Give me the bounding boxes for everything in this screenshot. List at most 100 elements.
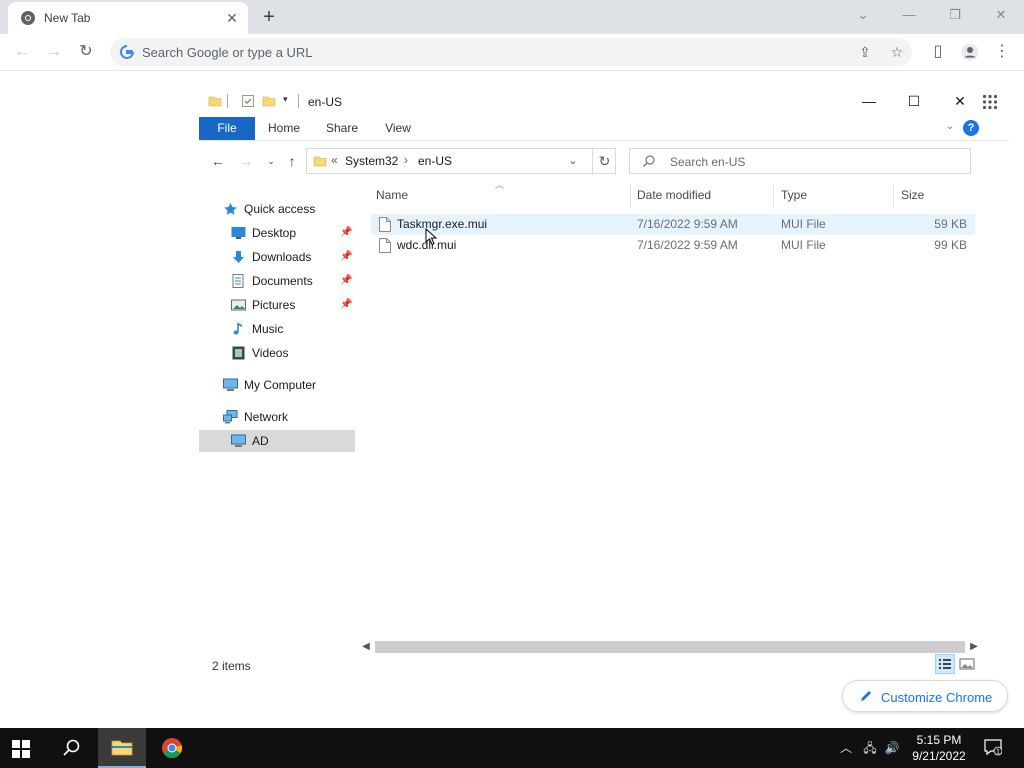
scroll-left-icon[interactable]: ◀: [359, 640, 373, 654]
chrome-favicon-icon: [21, 11, 35, 25]
column-divider[interactable]: [630, 184, 631, 208]
pencil-icon: [861, 691, 871, 701]
tab-view[interactable]: View: [375, 117, 421, 140]
taskbar-search-icon[interactable]: [62, 738, 82, 758]
column-header-type[interactable]: Type: [781, 188, 807, 206]
tab-new-tab[interactable]: New Tab ✕: [8, 2, 248, 34]
explorer-maximize-icon[interactable]: ☐: [901, 92, 927, 110]
folder-icon: [208, 96, 222, 107]
tab-search-icon[interactable]: ⌄: [850, 4, 876, 26]
properties-check-icon[interactable]: [241, 94, 255, 108]
details-view-icon[interactable]: [935, 654, 955, 674]
tab-share[interactable]: Share: [317, 117, 367, 140]
forward-icon[interactable]: →: [42, 40, 66, 64]
clock[interactable]: 5:15 PM 9/21/2022: [906, 732, 972, 764]
search-placeholder: Search en-US: [670, 155, 746, 169]
close-window-icon[interactable]: ✕: [988, 4, 1014, 26]
nav-documents[interactable]: Documents 📌: [231, 270, 355, 292]
sort-ascending-icon: ︿: [495, 180, 505, 190]
side-panel-icon[interactable]: ▯: [926, 40, 950, 64]
back-arrow-icon[interactable]: ←: [209, 152, 227, 170]
new-folder-icon[interactable]: [262, 94, 276, 108]
pin-icon[interactable]: 📌: [340, 222, 352, 244]
recent-locations-icon[interactable]: ⌄: [262, 152, 280, 170]
bookmark-star-icon[interactable]: ☆: [888, 43, 906, 61]
share-icon[interactable]: ⇪: [856, 43, 874, 61]
volume-icon[interactable]: 🔊: [884, 740, 900, 756]
horizontal-scrollbar[interactable]: ◀ ▶: [359, 638, 981, 655]
windows-start-icon[interactable]: [10, 738, 32, 760]
computer-icon: [231, 434, 246, 447]
nav-pictures[interactable]: Pictures 📌: [231, 294, 355, 316]
column-divider[interactable]: [773, 184, 774, 208]
large-icons-view-icon[interactable]: [957, 654, 977, 674]
nav-videos[interactable]: Videos: [231, 342, 355, 364]
refresh-icon[interactable]: ↻: [592, 149, 616, 173]
reload-icon[interactable]: ↻: [74, 40, 98, 64]
address-bar[interactable]: « System32 › en-US ⌄ ↻: [306, 148, 616, 174]
restore-icon[interactable]: ❐: [942, 4, 968, 26]
help-icon[interactable]: ?: [963, 120, 979, 136]
file-explorer-window: ▾ en-US — ☐ ✕ File Home Share View ⌄ ? ←…: [199, 86, 1009, 686]
omnibox[interactable]: Search Google or type a URL ⇪ ☆: [110, 38, 912, 66]
nav-downloads[interactable]: Downloads 📌: [231, 246, 355, 268]
breadcrumb-overflow[interactable]: «: [331, 153, 338, 167]
column-divider[interactable]: [893, 184, 894, 208]
ribbon: File Home Share View ⌄ ?: [199, 117, 1009, 141]
tab-home[interactable]: Home: [259, 117, 309, 140]
tab-title: New Tab: [44, 11, 91, 25]
minimize-icon[interactable]: —: [896, 4, 922, 26]
column-header-size[interactable]: Size: [901, 188, 924, 206]
show-hidden-icons-icon[interactable]: ︿: [838, 740, 854, 756]
nav-label: My Computer: [244, 378, 317, 392]
explorer-close-icon[interactable]: ✕: [947, 92, 973, 110]
file-explorer-taskbar-button[interactable]: [98, 728, 146, 768]
nav-network[interactable]: Network: [223, 406, 355, 428]
explorer-minimize-icon[interactable]: —: [856, 92, 882, 110]
nav-label: Videos: [252, 346, 289, 360]
customize-chrome-button[interactable]: Customize Chrome: [842, 680, 1008, 712]
breadcrumb-system32[interactable]: System32: [345, 154, 398, 168]
window-title: en-US: [308, 95, 343, 109]
new-tab-button[interactable]: +: [258, 6, 280, 28]
nav-label: Documents: [252, 274, 313, 288]
navigation-pane: Quick access Desktop 📌 Downloads 📌 Docum…: [199, 198, 355, 458]
scroll-right-icon[interactable]: ▶: [967, 640, 981, 654]
file-icon: [379, 217, 391, 232]
nav-label: Pictures: [252, 298, 296, 312]
tab-close-icon[interactable]: ✕: [224, 10, 240, 26]
column-header-date[interactable]: Date modified: [637, 188, 711, 206]
nav-quick-access[interactable]: Quick access: [223, 198, 353, 220]
table-row[interactable]: wdc.dll.mui 7/16/2022 9:59 AM MUI File 9…: [371, 235, 975, 256]
forward-arrow-icon[interactable]: →: [237, 152, 255, 170]
nav-ad[interactable]: AD: [199, 430, 355, 452]
address-dropdown-icon[interactable]: ⌄: [565, 153, 581, 169]
pin-icon[interactable]: 📌: [340, 294, 352, 316]
nav-my-computer[interactable]: My Computer: [223, 374, 355, 396]
scroll-thumb[interactable]: [375, 641, 965, 653]
column-header-name[interactable]: Name: [376, 188, 408, 206]
profile-icon[interactable]: [958, 40, 982, 64]
back-icon[interactable]: ←: [10, 40, 34, 64]
menu-kebab-icon[interactable]: ⋮: [990, 40, 1014, 64]
breadcrumb-en-us[interactable]: en-US: [418, 154, 452, 168]
apps-grid-icon[interactable]: [982, 94, 998, 110]
file-size: 59 KB: [934, 217, 967, 231]
qa-customize-icon[interactable]: ▾: [283, 94, 288, 105]
clock-date: 9/21/2022: [912, 749, 966, 763]
notifications-icon[interactable]: 1: [984, 738, 1002, 756]
search-icon: [643, 155, 655, 167]
tab-file[interactable]: File: [199, 117, 255, 140]
breadcrumb-separator-icon[interactable]: ›: [404, 153, 408, 167]
nav-label: Network: [244, 410, 289, 424]
ribbon-expand-icon[interactable]: ⌄: [943, 121, 957, 135]
up-arrow-icon[interactable]: ↑: [283, 152, 301, 170]
pin-icon[interactable]: 📌: [340, 270, 352, 292]
search-input[interactable]: Search en-US: [629, 148, 971, 174]
chrome-taskbar-button[interactable]: [148, 728, 196, 768]
pin-icon[interactable]: 📌: [340, 246, 352, 268]
nav-music[interactable]: Music: [231, 318, 355, 340]
nav-desktop[interactable]: Desktop 📌: [231, 222, 355, 244]
network-tray-icon[interactable]: 🖧: [862, 740, 878, 756]
table-row[interactable]: Taskmgr.exe.mui 7/16/2022 9:59 AM MUI Fi…: [371, 214, 975, 235]
